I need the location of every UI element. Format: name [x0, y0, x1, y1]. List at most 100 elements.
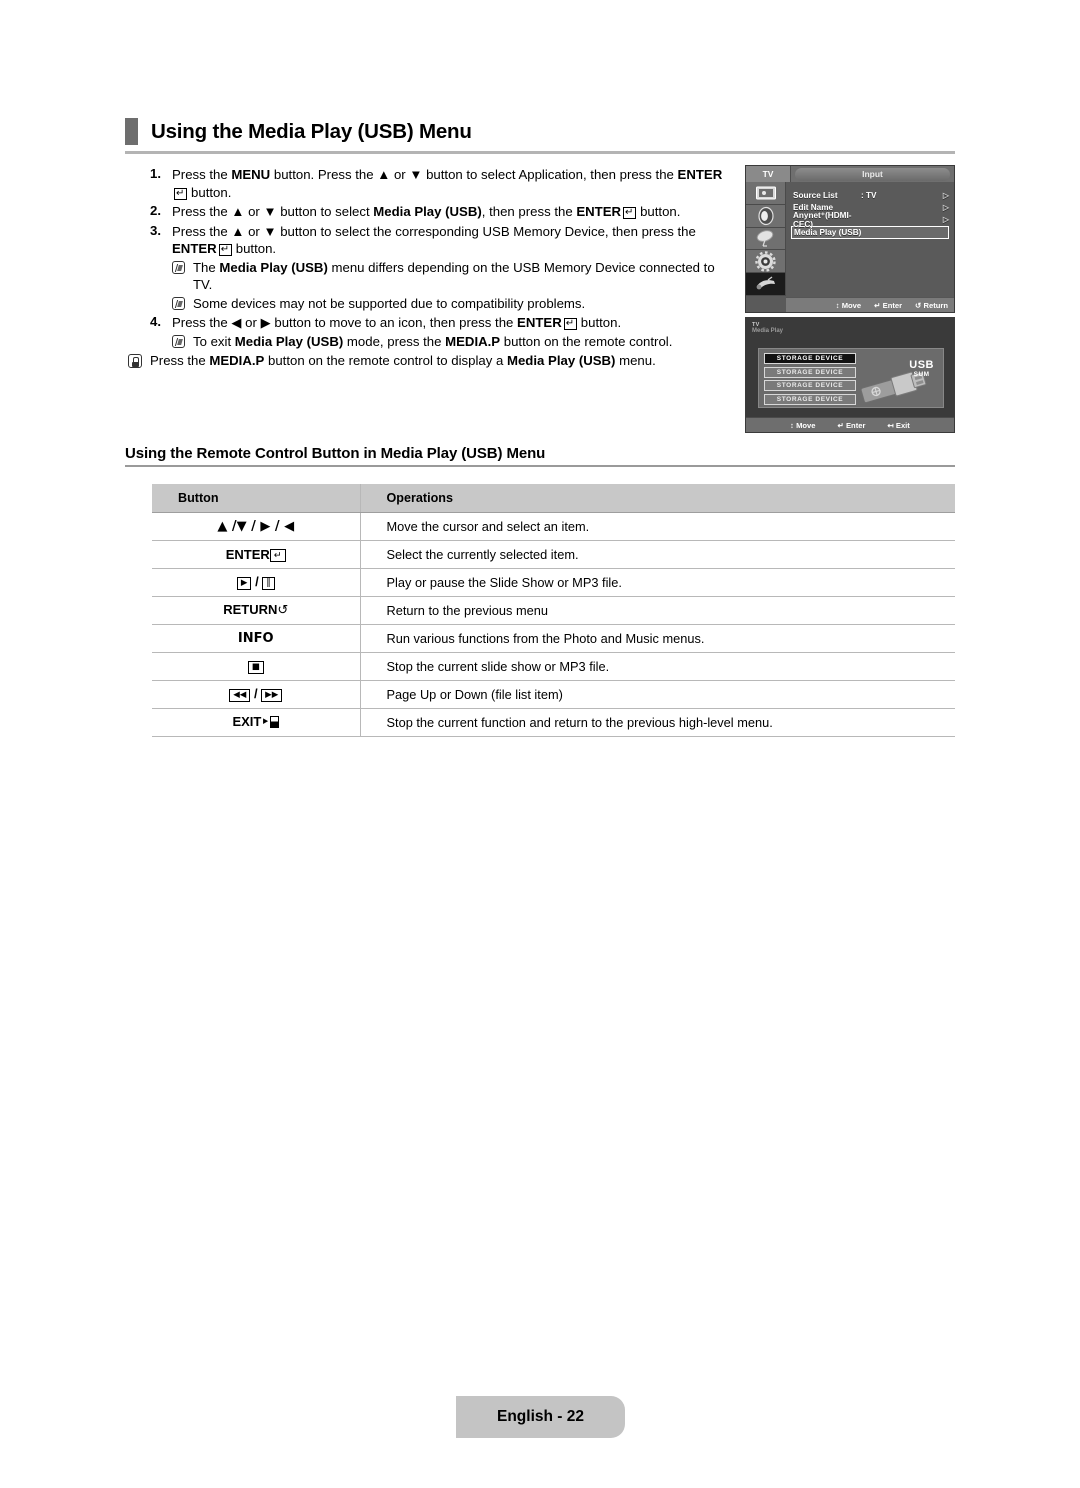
table-row: RETURN↺ Return to the previous menu	[152, 596, 955, 625]
tv-input-menu-screenshot: TV Input Source List: TV ▷ Edit Name ▷ …	[745, 165, 955, 313]
tv-menu-item-label: Source List	[793, 190, 838, 200]
body-text: button on the remote control.	[500, 333, 673, 349]
tv-menu-item-label: Anynet⁺(HDMI-CEC)	[793, 210, 852, 229]
enter-key-glyph: ↵	[269, 548, 286, 562]
enter-key-glyph: ↵	[218, 244, 233, 257]
exit-door-icon	[270, 716, 280, 728]
transport-key-glyph: ▶▶	[261, 689, 283, 702]
usb-device-panel: STORAGE DEVICE STORAGE DEVICE STORAGE DEVI…	[758, 348, 944, 408]
column-header-button: Button	[152, 484, 361, 513]
button-cell: EXIT‣	[152, 708, 361, 737]
storage-device-button[interactable]: STORAGE DEVICE	[764, 366, 856, 378]
picture-icon[interactable]	[746, 182, 785, 205]
table-row: ENTER ↵ Select the currently selected item…	[152, 540, 955, 569]
subsection-heading-block: Using the Remote Control Button in Media…	[125, 445, 955, 467]
storage-device-button[interactable]: STORAGE DEVICE	[764, 353, 856, 364]
column-header-operations: Operations	[360, 484, 955, 513]
operation-cell: Stop the current function and return to …	[360, 708, 955, 737]
setup-icon[interactable]	[746, 250, 785, 274]
step-text: Press the ▲ or ▼ button to select Media …	[172, 203, 735, 221]
storage-device-button[interactable]: STORAGE DEVICE	[764, 393, 856, 405]
operation-cell: Play or pause the Slide Show or MP3 file…	[360, 568, 955, 597]
separator: /	[250, 686, 262, 701]
exit-arrow-icon: ‣	[261, 714, 270, 729]
hint-label: Enter	[845, 420, 866, 430]
body-text: Press the ▲ or ▼ button to select the co…	[172, 223, 696, 239]
operation-cell: Move the cursor and select an item.	[360, 512, 955, 541]
instruction-steps: 1. Press the MENU button. Press the ▲ or …	[128, 166, 735, 370]
tv-menu-topbar: TV Input	[746, 166, 954, 182]
button-cell: ■	[152, 652, 361, 681]
step-number: 1.	[150, 166, 161, 181]
button-label: ▲ /▼ / ▶ / ◀	[217, 519, 295, 534]
enter-key-glyph: ↵	[174, 187, 188, 200]
instruction-step: 2. Press the ▲ or ▼ button to select Medi…	[150, 203, 735, 221]
sound-icon[interactable]	[746, 205, 785, 228]
operation-cell: Stop the current slide show or MP3 file.	[360, 652, 955, 681]
button-label: EXIT	[232, 714, 262, 729]
usb-screen-footer-hints: ↕ Move ↵ Enter ↤ Exit	[746, 417, 954, 432]
button-label: INFO	[237, 631, 274, 646]
button-cell: RETURN↺	[152, 596, 361, 625]
note-text: Some devices may not be supported due to…	[185, 295, 735, 313]
body-text: , then press the	[481, 204, 577, 220]
tv-tab-label: TV	[746, 166, 791, 182]
usb-device-select-screenshot: TV Media Play STORAGE DEVICE STORAGE DEVI…	[745, 317, 955, 433]
enter-key-glyph: ↵	[563, 318, 578, 331]
page-title: Using the Media Play (USB) Menu	[151, 119, 472, 143]
note-text: The Media Play (USB) menu differs depend…	[185, 259, 735, 294]
tv-menu-item[interactable]: Source List: TV ▷	[793, 189, 949, 201]
instruction-step: 3. Press the ▲ or ▼ button to select the …	[150, 223, 735, 313]
transport-key-glyph: ‖	[262, 577, 275, 590]
step-number: 3.	[150, 222, 161, 238]
instruction-step: 1. Press the MENU button. Press the ▲ or …	[150, 166, 735, 201]
input-icon[interactable]	[746, 273, 785, 296]
tv-menu-item[interactable]: Media Play (USB)	[791, 226, 949, 239]
operation-cell: Page Up or Down (file list item)	[360, 680, 955, 709]
page-tip: Press the MEDIA.P button on the remote c…	[128, 352, 735, 370]
usb-illustration: USB SUM	[859, 349, 943, 407]
body-text: Press the ▲ or ▼ button to select	[172, 204, 374, 220]
body-text: Press the ◀ or ▶ button to move to an ic…	[172, 315, 518, 331]
step-note: The Media Play (USB) menu differs depend…	[172, 259, 735, 294]
step-text: Press the MENU button. Press the ▲ or ▼ …	[172, 166, 735, 201]
hint-glyph-icon: ↤	[887, 420, 896, 430]
separator: /	[251, 574, 263, 589]
subsection-title: Using the Remote Control Button in Media…	[125, 445, 546, 462]
usb-screen-heading: TV Media Play	[746, 318, 954, 334]
transport-key-glyph: ▶	[236, 577, 252, 590]
emphasis-text: Media Play (USB)	[373, 204, 482, 220]
emphasis-text: Media Play (USB)	[506, 353, 616, 369]
operation-cell: Return to the previous menu	[360, 596, 955, 625]
tv-menu-hint: ↺ Return	[915, 301, 948, 310]
button-cell: ▲ /▼ / ▶ / ◀	[152, 512, 361, 541]
usb-screen-hint: ↤ Exit	[887, 421, 909, 430]
body-text: button.	[187, 184, 232, 200]
chevron-right-icon: ▷	[942, 214, 949, 224]
emphasis-text: ENTER	[576, 204, 622, 220]
storage-device-button[interactable]: STORAGE DEVICE	[764, 380, 856, 391]
body-text: To exit	[193, 333, 235, 349]
tv-menu-hint: ↕ Move	[836, 301, 861, 310]
operation-cell: Select the currently selected item.	[360, 540, 955, 569]
chevron-right-icon: ▷	[942, 202, 949, 212]
body-text: button.	[232, 241, 277, 257]
page-number-label: English - 22	[497, 1408, 584, 1425]
button-cell: INFO	[152, 624, 361, 653]
operation-cell: Run various functions from the Photo and…	[360, 624, 955, 653]
return-arrow-icon: ↺	[277, 603, 289, 618]
hint-label: Exit	[895, 420, 910, 430]
emphasis-text: Media Play (USB)	[234, 333, 344, 349]
note-text: To exit Media Play (USB) mode, press the…	[185, 333, 735, 351]
enter-key-glyph: ↵	[623, 207, 637, 220]
tv-menu-item[interactable]: Anynet⁺(HDMI-CEC) ▷	[793, 211, 949, 229]
note-pencil-icon	[172, 296, 185, 310]
body-text: mode, press the	[343, 333, 446, 349]
transport-key-glyph: ◀◀	[229, 689, 251, 702]
body-text: menu.	[615, 353, 656, 369]
tv-menu-item-value: : TV	[861, 190, 877, 200]
emphasis-text: MENU	[231, 167, 271, 182]
body-text: button on the remote control to display …	[264, 353, 507, 369]
note-pencil-icon	[172, 334, 185, 348]
channel-icon[interactable]	[746, 228, 785, 251]
